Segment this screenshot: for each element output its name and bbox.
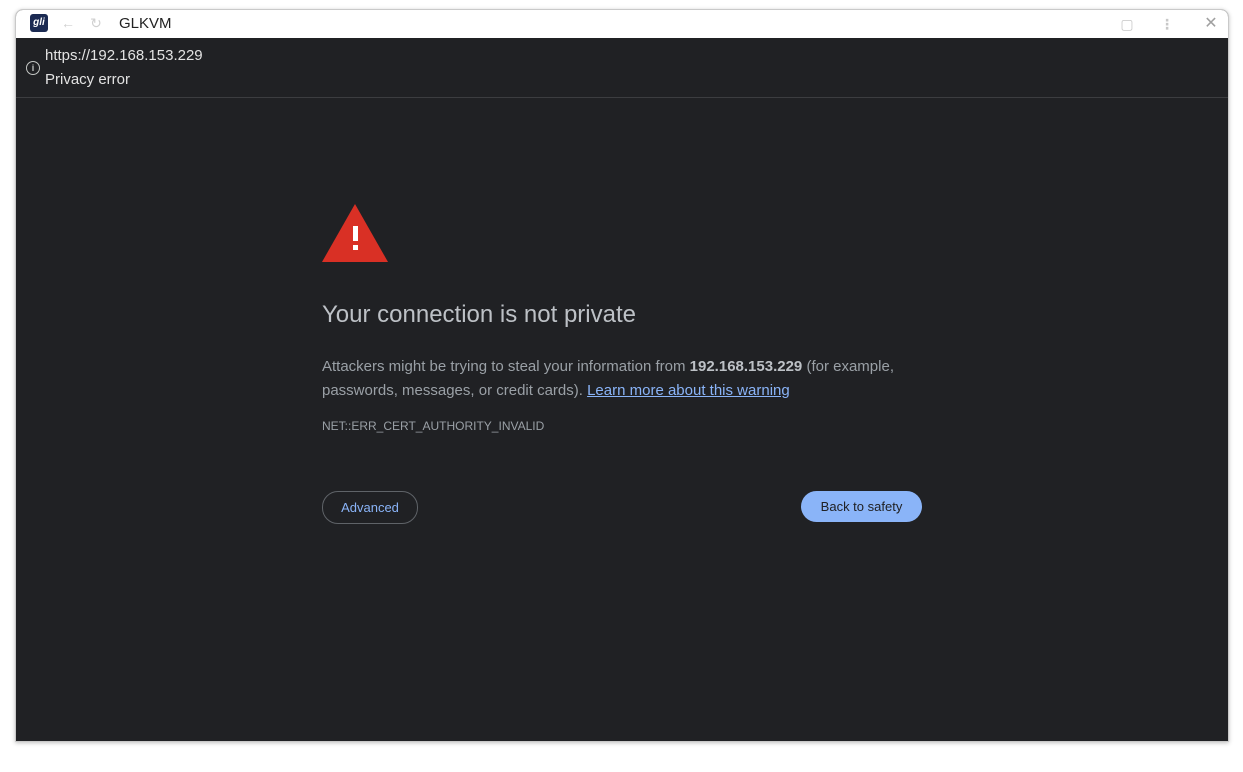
warning-triangle-icon xyxy=(322,204,388,262)
error-page: Your connection is not private Attackers… xyxy=(16,98,1228,741)
advanced-button[interactable]: Advanced xyxy=(322,491,418,524)
arrow-left-icon[interactable]: ← xyxy=(60,15,76,31)
error-code: NET::ERR_CERT_AUTHORITY_INVALID xyxy=(322,419,545,433)
url-bar: i https://192.168.153.229 Privacy error xyxy=(16,38,1228,98)
error-heading: Your connection is not private xyxy=(322,301,636,328)
page-title: Privacy error xyxy=(45,71,131,88)
back-to-safety-button[interactable]: Back to safety xyxy=(801,491,922,522)
url-text[interactable]: https://192.168.153.229 xyxy=(45,47,203,64)
window-title: GLKVM xyxy=(119,15,172,32)
reload-icon[interactable]: ↻ xyxy=(88,15,104,31)
info-icon[interactable]: i xyxy=(26,61,40,75)
error-description: Attackers might be trying to steal your … xyxy=(322,355,922,403)
desc-prefix: Attackers might be trying to steal your … xyxy=(322,358,690,375)
browser-window: gli ← ↻ GLKVM ▢ ⋮ ✕ i https://192.168.15… xyxy=(15,9,1229,742)
title-bar: gli ← ↻ GLKVM ▢ ⋮ ✕ xyxy=(16,10,1228,39)
close-icon[interactable]: ✕ xyxy=(1202,15,1220,33)
app-logo-icon: gli xyxy=(30,14,48,32)
host-name: 192.168.153.229 xyxy=(689,358,803,375)
extension-icon[interactable]: ▢ xyxy=(1118,15,1136,33)
more-vert-icon[interactable]: ⋮ xyxy=(1158,15,1176,33)
learn-more-link[interactable]: Learn more about this warning xyxy=(587,382,790,399)
